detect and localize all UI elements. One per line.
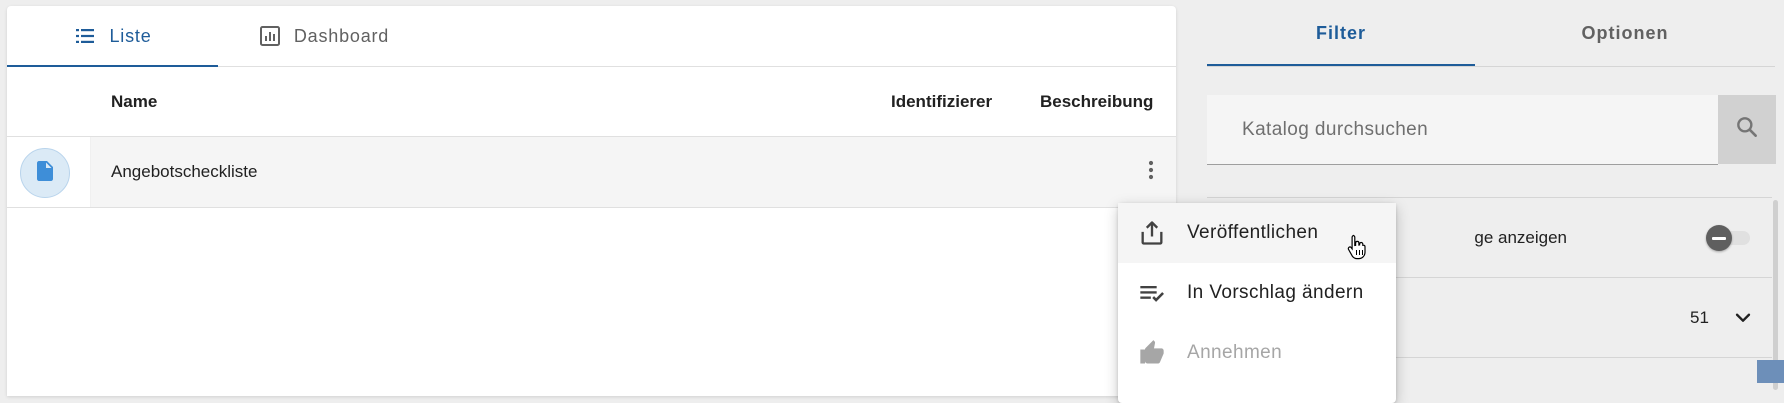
menu-item-change-to-proposal-label: In Vorschlag ändern (1187, 282, 1364, 303)
panel-tabs-divider (1207, 66, 1775, 67)
table-row[interactable]: Angebotscheckliste (7, 137, 1176, 208)
expand-filter-button[interactable] (1730, 305, 1756, 331)
tab-filter[interactable]: Filter (1207, 0, 1475, 66)
column-header-name[interactable]: Name (111, 67, 157, 136)
menu-item-accept: Annehmen (1118, 323, 1396, 383)
column-header-identifier[interactable]: Identifizierer (891, 67, 992, 136)
menu-item-accept-label: Annehmen (1187, 342, 1283, 363)
tab-optionen[interactable]: Optionen (1475, 0, 1775, 66)
table-header: Name Identifizierer Beschreibung (7, 67, 1176, 137)
filter-divider (1207, 197, 1772, 198)
chevron-down-icon (1730, 313, 1756, 335)
row-name: Angebotscheckliste (111, 162, 258, 181)
tab-liste[interactable]: Liste (7, 6, 218, 67)
row-icon-cell (7, 137, 91, 207)
menu-item-change-to-proposal[interactable]: In Vorschlag ändern (1118, 263, 1396, 323)
more-vert-button[interactable] (1136, 157, 1166, 187)
tab-dashboard[interactable]: Dashboard (218, 6, 429, 66)
search-icon (1734, 114, 1760, 145)
panel-corner-element (1757, 360, 1784, 383)
catalog-search-input[interactable] (1207, 95, 1718, 164)
more-vert-icon (1139, 158, 1163, 187)
active-panel-tab-indicator (1207, 64, 1475, 66)
show-toggle-switch[interactable] (1706, 225, 1754, 251)
playlist-check-icon (1138, 279, 1166, 307)
row-context-menu: Veröffentlichen In Vorschlag ändern Anne… (1118, 203, 1396, 403)
list-icon (73, 24, 97, 48)
thumb-up-icon (1138, 339, 1166, 367)
column-header-description[interactable]: Beschreibung (1040, 67, 1153, 136)
document-icon (33, 159, 57, 188)
document-avatar (20, 148, 70, 198)
tab-dashboard-label: Dashboard (293, 25, 390, 46)
dashboard-icon (258, 24, 282, 48)
view-tabs: Liste Dashboard (7, 6, 1176, 67)
tab-liste-label: Liste (109, 25, 152, 46)
catalog-search-field (1207, 95, 1718, 165)
filter-count: 51 (1690, 308, 1709, 327)
menu-item-publish-label: Veröffentlichen (1187, 222, 1319, 243)
menu-item-publish[interactable]: Veröffentlichen (1118, 203, 1396, 263)
catalog-list-card: Liste Dashboard Name Identifizierer Besc… (7, 6, 1176, 396)
minus-icon (1706, 225, 1732, 251)
publish-icon (1138, 219, 1166, 247)
search-button[interactable] (1718, 95, 1776, 164)
